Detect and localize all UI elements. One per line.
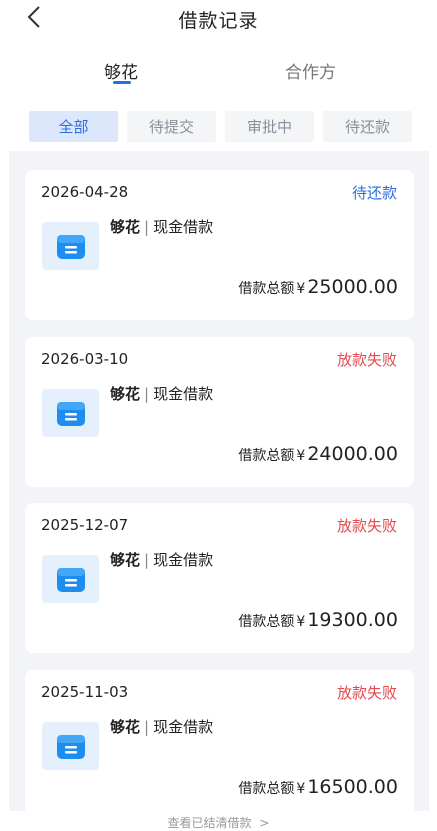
divider: |	[144, 718, 150, 736]
filter-all[interactable]: 全部	[29, 111, 118, 142]
view-settled-loans-link[interactable]: 查看已结清借款 >	[0, 814, 437, 831]
currency-symbol: ¥	[296, 781, 306, 797]
record-date: 2025-12-07	[41, 516, 129, 534]
total-label: 借款总额	[238, 448, 295, 464]
record-date: 2026-03-10	[41, 350, 129, 368]
filter-to-repay[interactable]: 待还款	[323, 111, 412, 142]
tab-gouhua[interactable]: 够花	[104, 58, 138, 83]
page-title: 借款记录	[178, 10, 259, 32]
loan-record-card[interactable]: 2026-04-28 待还款 够花 | 现金借款 借款总额 ¥ 25000.00	[25, 170, 414, 320]
loan-record-card[interactable]: 2025-12-07 放款失败 够花 | 现金借款 借款总额 ¥ 19300.00	[25, 503, 414, 653]
loan-total: 借款总额 ¥ 16500.00	[238, 776, 398, 798]
status-filter-bar: 全部 待提交 审批中 待还款	[0, 111, 437, 142]
wallet-icon	[56, 568, 85, 592]
product-name: 够花 | 现金借款	[110, 549, 213, 570]
wallet-icon	[56, 402, 85, 426]
loan-record-card[interactable]: 2025-11-03 放款失败 够花 | 现金借款 借款总额 ¥ 16500.00	[25, 670, 414, 820]
product-type: 现金借款	[153, 218, 214, 236]
product-type: 现金借款	[153, 385, 214, 403]
product-brand: 够花	[110, 385, 141, 403]
loan-record-card[interactable]: 2026-03-10 放款失败 够花 | 现金借款 借款总额 ¥ 24000.00	[25, 337, 414, 487]
currency-symbol: ¥	[296, 448, 306, 464]
currency-symbol: ¥	[296, 281, 306, 297]
product-brand: 够花	[110, 218, 141, 236]
total-amount: 16500.00	[307, 776, 398, 798]
divider: |	[144, 218, 150, 236]
tab-active-indicator	[113, 81, 131, 84]
status-badge: 放款失败	[336, 517, 397, 535]
total-amount: 19300.00	[307, 609, 398, 631]
product-name: 够花 | 现金借款	[110, 383, 213, 404]
wallet-icon	[56, 735, 85, 759]
total-amount: 24000.00	[307, 443, 398, 465]
product-logo	[42, 555, 99, 603]
product-logo	[42, 722, 99, 770]
divider: |	[144, 385, 150, 403]
total-label: 借款总额	[238, 781, 295, 797]
filter-under-review[interactable]: 审批中	[225, 111, 314, 142]
total-label: 借款总额	[238, 614, 295, 630]
divider: |	[144, 551, 150, 569]
status-badge: 待还款	[351, 184, 397, 202]
currency-symbol: ¥	[296, 614, 306, 630]
loan-total: 借款总额 ¥ 24000.00	[238, 443, 398, 465]
nav-bar: 借款记录	[0, 0, 437, 40]
view-settled-label: 查看已结清借款	[167, 816, 252, 830]
total-label: 借款总额	[238, 281, 295, 297]
status-badge: 放款失败	[336, 351, 397, 369]
product-type: 现金借款	[153, 551, 214, 569]
loan-total: 借款总额 ¥ 25000.00	[238, 276, 398, 298]
record-date: 2025-11-03	[41, 683, 129, 701]
product-name: 够花 | 现金借款	[110, 216, 213, 237]
total-amount: 25000.00	[307, 276, 398, 298]
loan-total: 借款总额 ¥ 19300.00	[238, 609, 398, 631]
filter-to-submit[interactable]: 待提交	[127, 111, 216, 142]
product-name: 够花 | 现金借款	[110, 716, 213, 737]
status-badge: 放款失败	[336, 684, 397, 702]
product-type: 现金借款	[153, 718, 214, 736]
wallet-icon	[56, 235, 85, 259]
record-date: 2026-04-28	[41, 183, 129, 201]
product-brand: 够花	[110, 718, 141, 736]
tab-partners[interactable]: 合作方	[285, 58, 336, 83]
tab-bar: 够花 合作方	[0, 58, 437, 88]
chevron-right-icon: >	[259, 816, 270, 830]
product-brand: 够花	[110, 551, 141, 569]
product-logo	[42, 222, 99, 270]
product-logo	[42, 389, 99, 437]
